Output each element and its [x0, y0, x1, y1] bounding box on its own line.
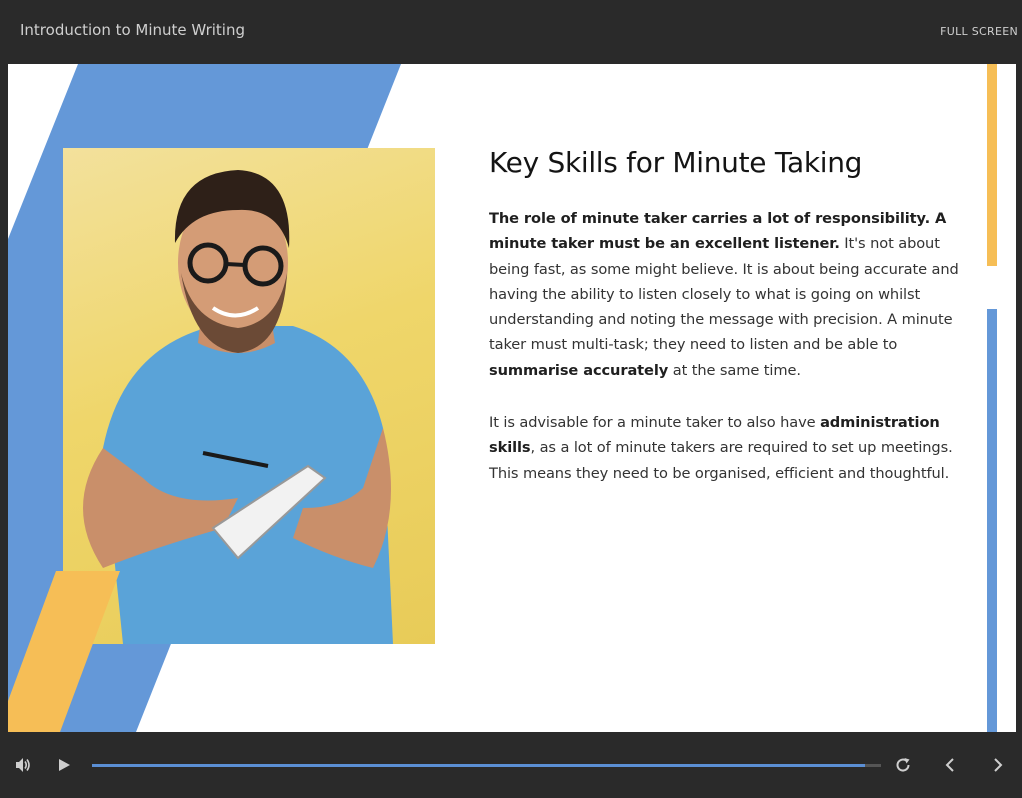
progress-bar[interactable]: [92, 764, 881, 767]
fullscreen-button[interactable]: FULL SCREEN: [940, 25, 1018, 38]
top-bar: Introduction to Minute Writing FULL SCRE…: [0, 0, 1022, 64]
previous-slide-button[interactable]: [942, 757, 958, 773]
paragraph-1: The role of minute taker carries a lot o…: [489, 206, 963, 383]
replay-icon: [896, 758, 910, 772]
slide-canvas: Key Skills for Minute Taking The role of…: [8, 64, 1016, 732]
man-with-notepad-photo: [63, 148, 435, 644]
player-controls: [0, 732, 1022, 798]
course-title: Introduction to Minute Writing: [20, 21, 245, 39]
replay-button[interactable]: [894, 756, 912, 774]
play-button[interactable]: [56, 757, 72, 773]
chevron-right-icon: [994, 758, 1003, 772]
decorative-yellow-shape: [8, 571, 128, 732]
yellow-accent-bar: [987, 64, 997, 266]
next-slide-button[interactable]: [990, 757, 1006, 773]
slide-heading: Key Skills for Minute Taking: [489, 146, 863, 179]
slide-body: The role of minute taker carries a lot o…: [489, 206, 963, 513]
chevron-left-icon: [945, 758, 954, 772]
paragraph-2-text-a: It is advisable for a minute taker to al…: [489, 414, 821, 432]
volume-button[interactable]: [14, 756, 32, 774]
paragraph-2: It is advisable for a minute taker to al…: [489, 410, 963, 486]
paragraph-1-bold-term: summarise accurately: [489, 361, 669, 379]
play-icon: [59, 759, 70, 771]
paragraph-2-text-b: , as a lot of minute takers are required…: [489, 439, 953, 482]
volume-icon: [16, 758, 30, 772]
blue-accent-bar: [987, 309, 997, 732]
paragraph-1-text-a: It's not about being fast, as some might…: [489, 235, 959, 354]
progress-fill: [92, 764, 866, 767]
paragraph-1-text-b: at the same time.: [668, 361, 801, 379]
